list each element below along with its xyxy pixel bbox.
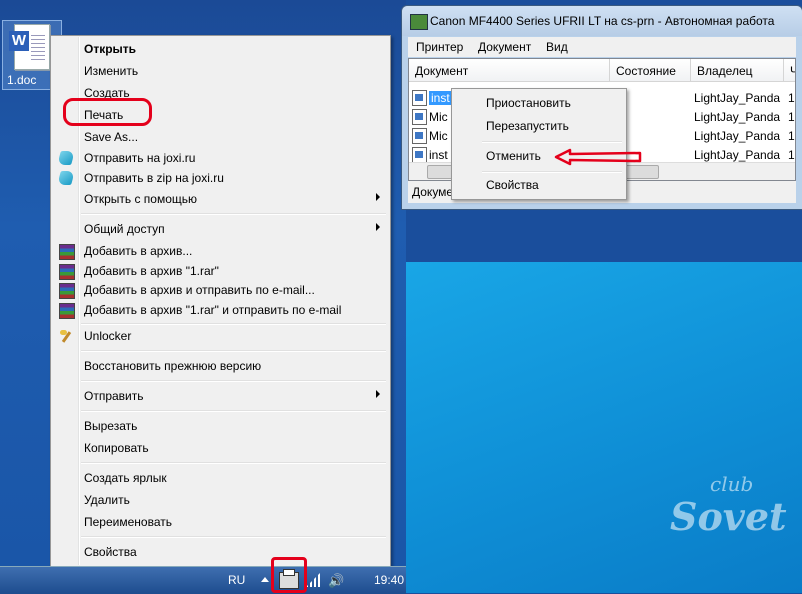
show-hidden-icons-icon[interactable] xyxy=(261,577,269,582)
menu-item-properties[interactable]: Свойства xyxy=(53,542,388,562)
taskbar: RU 🔊 19:40 xyxy=(0,566,406,594)
submenu-arrow-icon xyxy=(376,223,380,231)
menu-item-unlocker[interactable]: Unlocker xyxy=(53,326,388,346)
volume-icon[interactable]: 🔊 xyxy=(328,573,344,589)
winrar-icon xyxy=(59,283,75,299)
submenu-arrow-icon xyxy=(376,390,380,398)
network-icon[interactable] xyxy=(306,573,320,587)
clock[interactable]: 19:40 xyxy=(374,573,404,587)
submenu-arrow-icon xyxy=(376,193,380,201)
menu-item-open[interactable]: Открыть xyxy=(53,39,388,59)
menu-item-add-archive[interactable]: Добавить в архив... xyxy=(53,241,388,261)
menu-item-send-to[interactable]: Отправить xyxy=(53,386,388,406)
printer-icon xyxy=(410,14,428,30)
unlocker-wand-icon xyxy=(59,329,73,343)
document-icon xyxy=(412,90,427,106)
job-context-menu: Приостановить Перезапустить Отменить Сво… xyxy=(451,88,627,200)
window-menubar: Принтер Документ Вид xyxy=(408,37,796,57)
document-icon xyxy=(412,128,427,144)
winrar-icon xyxy=(59,244,75,260)
desktop-background-right xyxy=(406,262,802,593)
menu-printer[interactable]: Принтер xyxy=(416,40,463,54)
menu-item-send-joxi[interactable]: Отправить на joxi.ru xyxy=(53,148,388,168)
joxi-icon xyxy=(57,151,75,165)
document-icon xyxy=(412,109,427,125)
menu-view[interactable]: Вид xyxy=(546,40,568,54)
red-arrow-annotation xyxy=(554,148,642,166)
file-name-label: 1.doc xyxy=(7,73,37,87)
window-title: Canon MF4400 Series UFRII LT на cs-prn -… xyxy=(430,14,775,28)
menu-item-archive-email[interactable]: Добавить в архив и отправить по e-mail..… xyxy=(53,280,388,300)
column-header-pages[interactable]: Чи xyxy=(784,59,795,82)
menu-item-delete[interactable]: Удалить xyxy=(53,490,388,510)
winrar-icon xyxy=(59,303,75,319)
menu-item-cut[interactable]: Вырезать xyxy=(53,416,388,436)
column-header-status[interactable]: Состояние xyxy=(610,59,691,82)
menu-item-pause[interactable]: Приостановить xyxy=(486,96,571,110)
window-titlebar[interactable]: Canon MF4400 Series UFRII LT на cs-prn -… xyxy=(402,6,802,36)
menu-document[interactable]: Документ xyxy=(478,40,531,54)
menu-item-create-shortcut[interactable]: Создать ярлык xyxy=(53,468,388,488)
menu-item-send-zip-joxi[interactable]: Отправить в zip на joxi.ru xyxy=(53,168,388,188)
joxi-icon xyxy=(57,171,75,185)
menu-item-save-as[interactable]: Save As... xyxy=(53,127,388,147)
menu-item-rename[interactable]: Переименовать xyxy=(53,512,388,532)
word-document-icon: W xyxy=(9,24,50,70)
menu-item-cancel[interactable]: Отменить xyxy=(486,149,541,163)
print-highlight-oval xyxy=(63,98,152,126)
document-icon xyxy=(412,147,427,163)
column-header-owner[interactable]: Владелец xyxy=(691,59,784,82)
menu-item-edit[interactable]: Изменить xyxy=(53,61,388,81)
winrar-icon xyxy=(59,264,75,280)
column-header-document[interactable]: Документ xyxy=(409,59,610,82)
language-indicator[interactable]: RU xyxy=(228,573,245,587)
menu-item-add-1rar[interactable]: Добавить в архив "1.rar" xyxy=(53,261,388,281)
menu-item-sharing[interactable]: Общий доступ xyxy=(53,219,388,239)
printer-tray-highlight xyxy=(271,557,307,593)
menu-item-1rar-email[interactable]: Добавить в архив "1.rar" и отправить по … xyxy=(53,300,388,320)
menu-item-copy[interactable]: Копировать xyxy=(53,438,388,458)
menu-item-properties[interactable]: Свойства xyxy=(486,178,539,192)
menu-item-open-with[interactable]: Открыть с помощью xyxy=(53,189,388,209)
menu-item-restore-version[interactable]: Восстановить прежнюю версию xyxy=(53,356,388,376)
menu-item-restart[interactable]: Перезапустить xyxy=(486,119,569,133)
